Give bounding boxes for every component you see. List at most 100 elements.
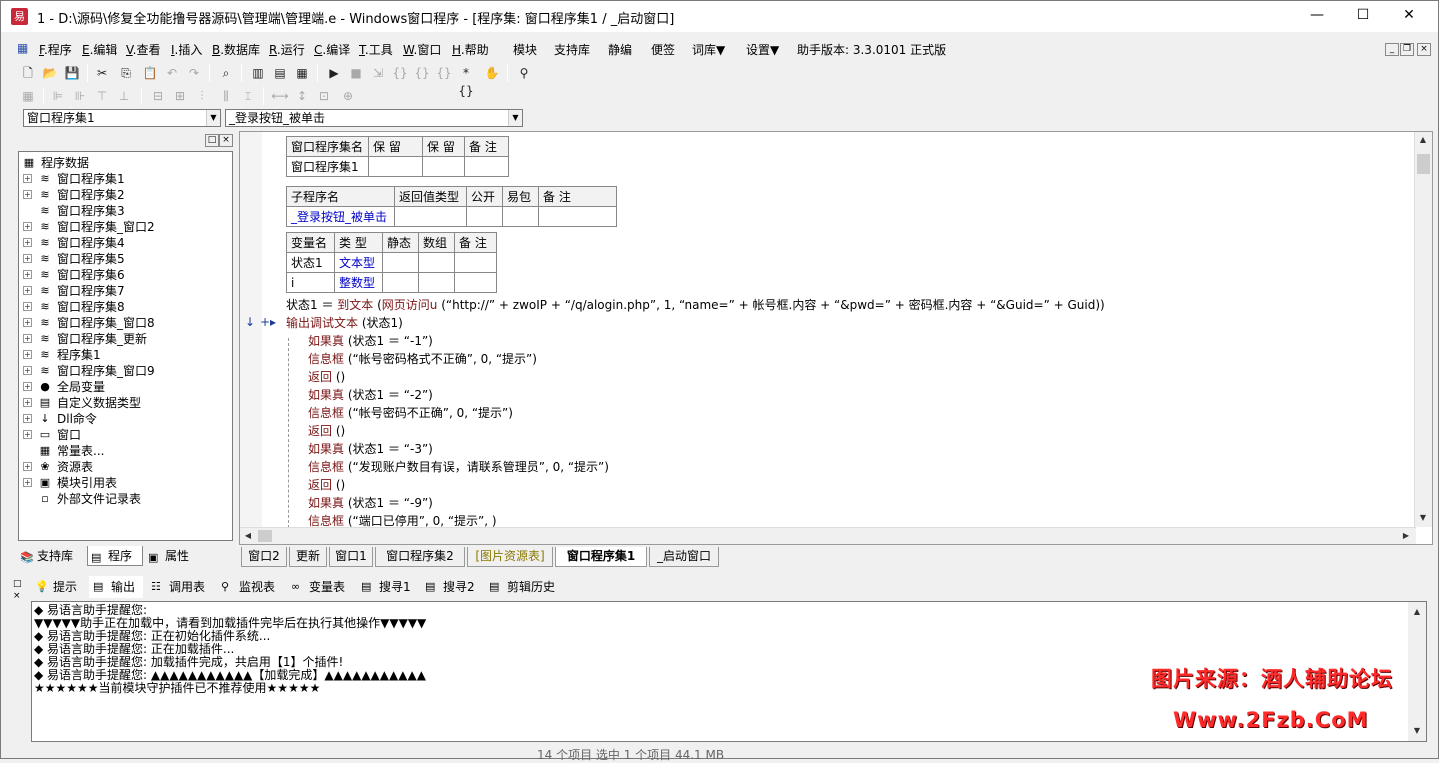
layout-2-icon[interactable]: ▤: [271, 64, 289, 82]
mdi-restore-button[interactable]: ❐: [1400, 43, 1414, 56]
align-grid-icon[interactable]: ▦: [19, 87, 37, 105]
align-left-icon[interactable]: ⊫: [49, 87, 67, 105]
code-line-return[interactable]: 返回 (): [308, 476, 345, 494]
code-line-if[interactable]: 如果真 (状态1 ＝ “-2”): [308, 386, 433, 404]
undo-icon[interactable]: ↶: [163, 64, 181, 82]
menu-tools[interactable]: T.工具: [359, 41, 393, 58]
tab-window1[interactable]: 窗口1: [329, 547, 373, 567]
menu-lexicon[interactable]: 词库▼: [692, 41, 725, 58]
close-button[interactable]: ✕: [1386, 1, 1432, 32]
align-right-icon[interactable]: ⊪: [71, 87, 89, 105]
space-v-icon[interactable]: ⫼: [217, 87, 235, 105]
same-width-icon[interactable]: ⟷: [271, 87, 289, 105]
scroll-down-icon[interactable]: ▼: [1409, 723, 1425, 739]
same-height-icon[interactable]: ↕: [293, 87, 311, 105]
breakpoint-icon[interactable]: *{}: [457, 64, 475, 98]
tab-watch[interactable]: ⚲ 监视表: [217, 576, 283, 598]
expand-toggle-icon[interactable]: +: [23, 478, 32, 487]
scroll-up-icon[interactable]: ▲: [1415, 132, 1431, 148]
tab-call-stack[interactable]: ☷ 调用表: [147, 576, 213, 598]
menu-help[interactable]: H.帮助: [452, 41, 489, 58]
menu-static-compile[interactable]: 静编: [608, 41, 632, 58]
tab-clip-history[interactable]: ▤ 剪辑历史: [485, 576, 563, 598]
tab-order-icon[interactable]: ⊕: [339, 87, 357, 105]
code-line-msgbox[interactable]: 信息框 (“发现账户数目有误，请联系管理员”, 0, “提示”): [308, 458, 609, 476]
tab-image-resources[interactable]: [图片资源表]: [467, 547, 553, 567]
mdi-minimize-button[interactable]: _: [1385, 43, 1399, 56]
panel-restore-button[interactable]: □: [205, 134, 219, 147]
hscroll-thumb[interactable]: [258, 530, 272, 542]
align-bottom-icon[interactable]: ⊥: [115, 87, 133, 105]
code-line-if[interactable]: 如果真 (状态1 ＝ “-3”): [308, 440, 433, 458]
expand-toggle-icon[interactable]: +: [23, 398, 32, 407]
expand-toggle-icon[interactable]: +: [23, 462, 32, 471]
code-area[interactable]: 窗口程序集名 保 留 保 留 备 注 窗口程序集1 子程序名 返回值类型 公开 …: [284, 132, 1412, 527]
method-select[interactable]: _登录按钮_被单击 ▼: [225, 109, 523, 127]
find-icon[interactable]: ⌕: [217, 64, 235, 82]
expand-toggle-icon[interactable]: +: [23, 382, 32, 391]
save-icon[interactable]: 💾: [63, 64, 81, 82]
expand-toggle-icon[interactable]: +: [23, 254, 32, 263]
menu-settings[interactable]: 设置▼: [746, 41, 779, 58]
copy-icon[interactable]: ⎘: [117, 64, 135, 82]
expand-toggle-icon[interactable]: +: [23, 174, 32, 183]
menu-database[interactable]: B.数据库: [212, 41, 260, 58]
tab-program[interactable]: ▤ 程序: [87, 546, 143, 566]
code-editor[interactable]: 窗口程序集名 保 留 保 留 备 注 窗口程序集1 子程序名 返回值类型 公开 …: [239, 131, 1433, 545]
expand-toggle-icon[interactable]: +: [23, 366, 32, 375]
tab-variables[interactable]: ∞ 变量表: [287, 576, 353, 598]
menu-notes[interactable]: 便签: [651, 41, 675, 58]
tab-properties[interactable]: ▣ 属性: [145, 546, 205, 566]
menu-support-lib[interactable]: 支持库: [554, 41, 590, 58]
mdi-close-button[interactable]: ×: [1417, 43, 1431, 56]
menu-edit[interactable]: E.编辑: [82, 41, 117, 58]
layout-1-icon[interactable]: ▥: [249, 64, 267, 82]
expand-toggle-icon[interactable]: +: [23, 334, 32, 343]
code-line-if[interactable]: 如果真 (状态1 ＝ “-1”): [308, 332, 433, 350]
tab-support-lib[interactable]: 📚 支持库: [17, 546, 85, 566]
expand-toggle-icon[interactable]: +: [23, 430, 32, 439]
paste-icon[interactable]: 📋: [141, 64, 159, 82]
new-file-icon[interactable]: 🗋: [19, 64, 37, 82]
tab-window2[interactable]: 窗口2: [241, 547, 287, 567]
code-line-msgbox[interactable]: 信息框 (“端口已停用”, 0, “提示”, ): [308, 512, 497, 527]
run-to-cursor-icon[interactable]: {}: [435, 64, 453, 82]
menu-insert[interactable]: I.插入: [171, 41, 202, 58]
scroll-left-icon[interactable]: ◀: [240, 528, 256, 544]
panel-close-icon[interactable]: ×: [13, 591, 21, 601]
expand-toggle-icon[interactable]: +: [23, 414, 32, 423]
space-h-icon[interactable]: ⫶: [193, 87, 211, 105]
scroll-right-icon[interactable]: ▶: [1398, 528, 1414, 544]
menu-program[interactable]: F.程序: [39, 41, 72, 58]
redo-icon[interactable]: ↷: [185, 64, 203, 82]
stop-icon[interactable]: ■: [347, 64, 365, 82]
class-select[interactable]: 窗口程序集1 ▼: [23, 109, 221, 127]
minimize-button[interactable]: —: [1294, 1, 1340, 32]
scroll-thumb[interactable]: [1417, 154, 1430, 174]
step-over-icon[interactable]: {}: [391, 64, 409, 82]
step-out-icon[interactable]: {}: [413, 64, 431, 82]
center-h-icon[interactable]: ⊟: [149, 87, 167, 105]
expand-toggle-icon[interactable]: +: [23, 270, 32, 279]
tab-hint[interactable]: 💡 提示: [31, 576, 85, 598]
editor-horizontal-scrollbar[interactable]: ◀ ▶: [240, 527, 1416, 544]
code-line-return[interactable]: 返回 (): [308, 368, 345, 386]
layout-3-icon[interactable]: ▦: [293, 64, 311, 82]
code-line-debug[interactable]: 输出调试文本 (状态1): [286, 314, 403, 332]
step-into-icon[interactable]: ⇲: [369, 64, 387, 82]
expand-toggle-icon[interactable]: +: [23, 350, 32, 359]
hand-icon[interactable]: ✋: [483, 64, 501, 82]
expand-toggle-icon[interactable]: +: [23, 190, 32, 199]
same-size-icon[interactable]: ⊡: [315, 87, 333, 105]
tab-startup-window[interactable]: _启动窗口: [649, 547, 719, 567]
expand-icon[interactable]: +▸: [260, 315, 276, 329]
cut-icon[interactable]: ✂: [93, 64, 111, 82]
menu-view[interactable]: V.查看: [126, 41, 161, 58]
run-icon[interactable]: ▶: [325, 64, 343, 82]
open-folder-icon[interactable]: 📂: [41, 64, 59, 82]
binoculars-icon[interactable]: ⚲: [515, 64, 533, 82]
tab-class1[interactable]: 窗口程序集1: [555, 547, 647, 567]
align-top-icon[interactable]: ⊤: [93, 87, 111, 105]
center-v-icon[interactable]: ⊞: [171, 87, 189, 105]
expand-toggle-icon[interactable]: +: [23, 318, 32, 327]
